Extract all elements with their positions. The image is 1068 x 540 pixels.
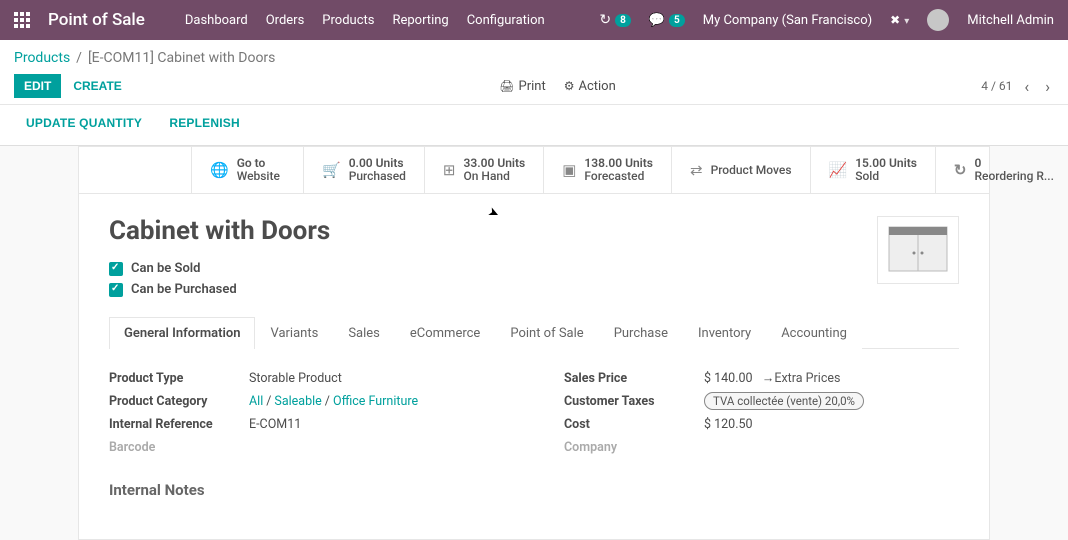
stat-on-hand[interactable]: 33.00 UnitsOn Hand	[424, 147, 543, 193]
gear-icon	[564, 79, 575, 94]
breadcrumb: Products / [E-COM11] Cabinet with Doors	[14, 46, 1054, 74]
cubes-icon	[443, 161, 456, 179]
cart-icon	[322, 161, 341, 179]
tab-general-information[interactable]: General Information	[109, 317, 255, 349]
replenish-button[interactable]: REPLENISH	[157, 111, 251, 135]
menu-orders[interactable]: Orders	[266, 13, 305, 28]
left-column: Product TypeStorable Product Product Cat…	[109, 367, 504, 459]
top-navbar: Point of Sale Dashboard Orders Products …	[0, 0, 1068, 40]
arrow-right-icon	[759, 371, 775, 386]
label-barcode: Barcode	[109, 440, 249, 455]
swap-icon	[690, 161, 703, 179]
value-cost: $ 120.50	[704, 417, 753, 432]
label-sales-price: Sales Price	[564, 371, 704, 386]
breadcrumb-sep: /	[76, 50, 82, 66]
caret-down-icon	[904, 13, 909, 28]
stat-lead-spacer	[79, 147, 191, 193]
tab-ecommerce[interactable]: eCommerce	[395, 317, 495, 349]
product-image[interactable]	[877, 216, 959, 284]
tab-sales[interactable]: Sales	[333, 317, 395, 349]
value-internal-reference: E-COM11	[249, 417, 301, 432]
menu-configuration[interactable]: Configuration	[467, 13, 545, 28]
label-company: Company	[564, 440, 704, 455]
activities-indicator[interactable]: 8	[599, 12, 630, 28]
tab-purchase[interactable]: Purchase	[599, 317, 683, 349]
chat-icon	[649, 13, 665, 28]
app-title: Point of Sale	[48, 10, 145, 30]
stat-go-to-website[interactable]: Go toWebsite	[191, 147, 303, 193]
close-icon	[890, 13, 900, 28]
user-avatar[interactable]	[927, 9, 949, 31]
apps-icon[interactable]	[14, 12, 30, 28]
menu-dashboard[interactable]: Dashboard	[185, 13, 248, 28]
stat-purchased[interactable]: 0.00 UnitsPurchased	[303, 147, 424, 193]
label-customer-taxes: Customer Taxes	[564, 394, 704, 409]
signal-bars-icon	[829, 161, 848, 179]
header-buttons: UPDATE QUANTITY REPLENISH	[0, 105, 1068, 146]
stat-sold[interactable]: 15.00 UnitsSold	[810, 147, 935, 193]
menu-reporting[interactable]: Reporting	[392, 13, 448, 28]
company-selector[interactable]: My Company (San Francisco)	[703, 13, 872, 28]
pager-next[interactable]: ›	[1041, 77, 1054, 96]
label-internal-reference: Internal Reference	[109, 417, 249, 432]
stat-forecasted[interactable]: 138.00 UnitsForecasted	[543, 147, 671, 193]
checkbox-can-be-purchased[interactable]	[109, 283, 123, 297]
cabinet-icon	[887, 225, 949, 275]
tab-accounting[interactable]: Accounting	[766, 317, 862, 349]
edit-button[interactable]: EDIT	[14, 74, 61, 98]
control-panel: Products / [E-COM11] Cabinet with Doors …	[0, 40, 1068, 105]
tab-inventory[interactable]: Inventory	[683, 317, 766, 349]
update-quantity-button[interactable]: UPDATE QUANTITY	[14, 111, 154, 135]
product-name: Cabinet with Doors	[109, 216, 330, 246]
globe-icon	[210, 161, 229, 179]
pager-prev[interactable]: ‹	[1020, 77, 1033, 96]
tax-tag[interactable]: TVA collectée (vente) 20,0%	[704, 392, 864, 410]
right-column: Sales Price$ 140.00 Extra Prices Custome…	[564, 367, 959, 459]
section-internal-notes: Internal Notes	[109, 481, 959, 499]
print-icon	[499, 79, 514, 94]
pager-count: 4 / 61	[981, 79, 1012, 93]
can-be-sold-label: Can be Sold	[131, 261, 201, 276]
pager: 4 / 61 ‹ ›	[981, 77, 1054, 96]
tab-point-of-sale[interactable]: Point of Sale	[495, 317, 598, 349]
stat-product-moves[interactable]: Product Moves	[671, 147, 810, 193]
can-be-purchased-label: Can be Purchased	[131, 282, 237, 297]
menu-products[interactable]: Products	[322, 13, 374, 28]
value-product-category[interactable]: All/Saleable/Office Furniture	[249, 394, 418, 409]
breadcrumb-leaf: [E-COM11] Cabinet with Doors	[88, 50, 275, 66]
notebook-tabs: General Information Variants Sales eComm…	[109, 316, 959, 349]
value-sales-price: $ 140.00	[704, 371, 753, 386]
checkbox-can-be-sold[interactable]	[109, 262, 123, 276]
label-product-type: Product Type	[109, 371, 249, 386]
value-product-type: Storable Product	[249, 371, 342, 386]
refresh-icon	[954, 161, 967, 179]
breadcrumb-root[interactable]: Products	[14, 50, 70, 66]
label-product-category: Product Category	[109, 394, 249, 409]
clock-icon	[599, 12, 611, 28]
stat-button-bar: Go toWebsite 0.00 UnitsPurchased 33.00 U…	[78, 146, 990, 193]
print-action[interactable]: Print	[499, 79, 545, 94]
tab-variants[interactable]: Variants	[255, 317, 333, 349]
extra-prices-link[interactable]: Extra Prices	[774, 371, 840, 386]
create-button[interactable]: CREATE	[61, 74, 133, 98]
cube-icon	[562, 161, 576, 179]
action-menu[interactable]: Action	[564, 79, 616, 94]
debug-close[interactable]	[890, 13, 909, 28]
user-name[interactable]: Mitchell Admin	[967, 13, 1054, 28]
stat-reordering[interactable]: 0Reordering R...	[935, 147, 1068, 193]
label-cost: Cost	[564, 417, 704, 432]
form-sheet: Cabinet with Doors Can be Sold Can be Pu…	[78, 193, 990, 540]
messaging-indicator[interactable]: 5	[649, 13, 685, 28]
